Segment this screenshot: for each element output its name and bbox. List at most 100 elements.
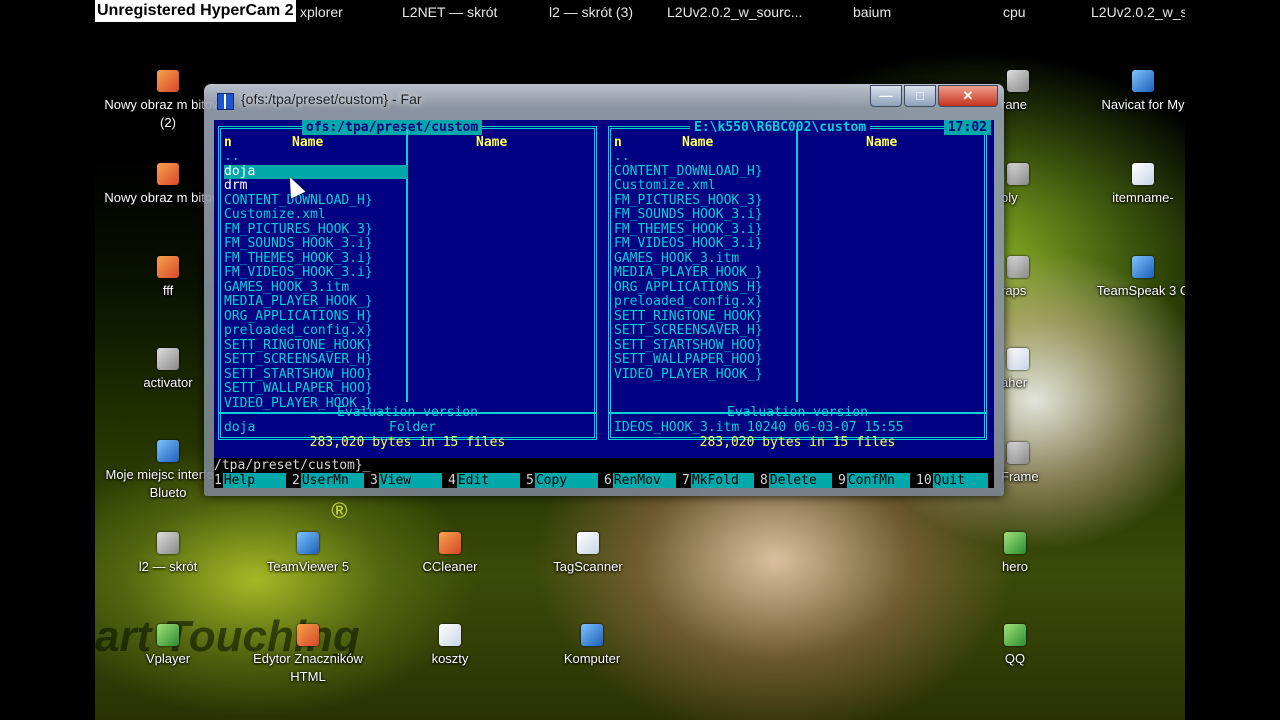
tagscanner-icon	[577, 532, 599, 554]
fkey-number: 8	[760, 473, 768, 488]
far-console[interactable]: ofs:/tpa/preset/custom n Name Name .. doj…	[214, 120, 994, 488]
fkey-quit[interactable]: 10 Quit	[916, 473, 994, 488]
file-item[interactable]: ..	[224, 150, 408, 165]
fkey-edit[interactable]: 4 Edit	[448, 473, 526, 488]
bitmap-icon	[157, 70, 179, 92]
desktop-icon-teamspeak[interactable]: TeamSpeak 3 C	[1088, 256, 1185, 300]
fkey-number: 2	[292, 473, 300, 488]
close-button[interactable]: ✕	[938, 85, 998, 107]
fkey-renmov[interactable]: 6 RenMov	[604, 473, 682, 488]
app-icon	[157, 348, 179, 370]
info-file-name: doja	[224, 420, 256, 435]
desktop-icon-html-editor[interactable]: Edytor Znaczników HTML	[243, 624, 373, 686]
file-item-selected[interactable]: doja	[224, 164, 408, 179]
file-item[interactable]: SETT_SCREENSAVER_H}	[614, 324, 798, 339]
column-header-n: n	[614, 135, 622, 150]
file-item[interactable]: VIDEO_PLAYER_HOOK_}	[614, 368, 798, 383]
file-item[interactable]: FM_SOUNDS_HOOK_3.i}	[224, 237, 408, 252]
top-shortcut-baium[interactable]: baium	[853, 2, 891, 22]
desktop-icon-itemname[interactable]: itemname-	[1088, 163, 1185, 207]
file-item[interactable]: SETT_SCREENSAVER_H}	[224, 353, 408, 368]
file-item[interactable]: FM_VIDEOS_HOOK_3.i}	[224, 266, 408, 281]
desktop-icon-l2-shortcut[interactable]: l2 — skrót	[103, 532, 233, 576]
desktop-icon-hero[interactable]: hero	[950, 532, 1080, 576]
file-item[interactable]: drm	[224, 179, 408, 194]
desktop-icon-tagscanner[interactable]: TagScanner	[523, 532, 653, 576]
file-item[interactable]: FM_VIDEOS_HOOK_3.i}	[614, 237, 798, 252]
window-title: {ofs:/tpa/preset/custom} - Far	[241, 91, 422, 107]
fkey-copy[interactable]: 5 Copy	[526, 473, 604, 488]
file-item[interactable]: ..	[614, 150, 798, 165]
left-file-panel[interactable]: ofs:/tpa/preset/custom n Name Name .. doj…	[214, 120, 601, 460]
desktop-icon-navicat[interactable]: Navicat for My	[1088, 70, 1185, 114]
fkey-label: Delete	[768, 473, 832, 488]
minimize-button[interactable]: —	[870, 85, 902, 107]
file-item[interactable]: FM_PICTURES_HOOK_3}	[614, 194, 798, 209]
file-item[interactable]: SETT_RINGTONE_HOOK}	[224, 339, 408, 354]
desktop-icon-ccleaner[interactable]: CCleaner	[385, 532, 515, 576]
app-icon	[1007, 256, 1029, 278]
function-key-bar: 1 Help 2 UserMn 3 View 4 Edit 5 Copy 6 RenMov 7 MkFol…	[214, 473, 994, 488]
far-manager-window[interactable]: {ofs:/tpa/preset/custom} - Far — □ ✕ ofs…	[204, 84, 1004, 496]
file-item[interactable]: FM_THEMES_HOOK_3.i}	[224, 252, 408, 267]
fkey-view[interactable]: 3 View	[370, 473, 448, 488]
qq-icon	[1004, 624, 1026, 646]
file-item[interactable]: preloaded_config.x}	[614, 295, 798, 310]
image-icon	[1004, 532, 1026, 554]
file-item[interactable]: CONTENT_DOWNLOAD_H}	[614, 165, 798, 180]
fkey-mkfold[interactable]: 7 MkFold	[682, 473, 760, 488]
file-item[interactable]: Customize.xml	[224, 208, 408, 223]
file-item[interactable]: FM_SOUNDS_HOOK_3.i}	[614, 208, 798, 223]
file-list: .. doja drm CONTENT_DOWNLOAD_H} Customize.xm…	[224, 150, 408, 411]
desktop-icon-komputer[interactable]: Komputer	[527, 624, 657, 668]
fkey-help[interactable]: 1 Help	[214, 473, 292, 488]
evaluation-notice: Evaluation version	[727, 405, 868, 420]
panel-path[interactable]: ofs:/tpa/preset/custom	[302, 120, 483, 135]
file-item[interactable]: SETT_STARTSHOW_HOO}	[614, 339, 798, 354]
desktop-icon-qq[interactable]: QQ	[950, 624, 1080, 668]
top-shortcut-l2uv-source[interactable]: L2Uv2.0.2_w_sourc...	[667, 2, 802, 22]
file-item[interactable]: SETT_WALLPAPER_HOO}	[614, 353, 798, 368]
fkey-confmn[interactable]: 9 ConfMn	[838, 473, 916, 488]
file-item[interactable]: GAMES_HOOK_3.itm	[614, 252, 798, 267]
panel-path[interactable]: E:\k550\R6BC002\custom	[690, 120, 871, 135]
far-app-icon	[217, 93, 234, 110]
file-item[interactable]: GAMES_HOOK_3.itm	[224, 281, 408, 296]
top-shortcut-l2-3[interactable]: l2 — skrót (3)	[549, 2, 633, 22]
file-item[interactable]: Customize.xml	[614, 179, 798, 194]
desktop-icon-koszty[interactable]: koszty	[385, 624, 515, 668]
fkey-number: 3	[370, 473, 378, 488]
top-shortcut-cpu[interactable]: cpu	[1003, 2, 1026, 22]
file-item[interactable]: MEDIA_PLAYER_HOOK_}	[224, 295, 408, 310]
fkey-usermn[interactable]: 2 UserMn	[292, 473, 370, 488]
top-shortcut-l2uv-2[interactable]: L2Uv2.0.2_w_sc	[1091, 2, 1185, 22]
file-item[interactable]: SETT_STARTSHOW_HOO}	[224, 368, 408, 383]
html-editor-icon	[297, 624, 319, 646]
desktop-icon-vplayer[interactable]: Vplayer	[103, 624, 233, 668]
hypercam-watermark: Unregistered HyperCam 2	[95, 0, 296, 22]
file-item[interactable]: CONTENT_DOWNLOAD_H}	[224, 194, 408, 209]
window-titlebar[interactable]: {ofs:/tpa/preset/custom} - Far — □ ✕	[204, 84, 1004, 114]
file-item[interactable]: ORG_APPLICATIONS_H}	[614, 281, 798, 296]
top-shortcut-explorer[interactable]: xplorer	[300, 2, 343, 22]
file-item[interactable]: preloaded_config.x}	[224, 324, 408, 339]
right-file-panel[interactable]: E:\k550\R6BC002\custom 17:02 n Name Name…	[604, 120, 991, 460]
desktop-icon-teamviewer[interactable]: TeamViewer 5	[243, 532, 373, 576]
file-item[interactable]: SETT_WALLPAPER_HOO}	[224, 382, 408, 397]
file-item[interactable]: FM_PICTURES_HOOK_3}	[224, 223, 408, 238]
maximize-button[interactable]: □	[904, 85, 936, 107]
column-header-name: Name	[682, 135, 714, 150]
file-item[interactable]: MEDIA_PLAYER_HOOK_}	[614, 266, 798, 281]
file-item[interactable]: SETT_RINGTONE_HOOK}	[614, 310, 798, 325]
fkey-delete[interactable]: 8 Delete	[760, 473, 838, 488]
evaluation-notice: Evaluation version	[337, 405, 478, 420]
file-item[interactable]: ORG_APPLICATIONS_H}	[224, 310, 408, 325]
top-shortcut-l2net[interactable]: L2NET — skrót	[402, 2, 497, 22]
fkey-number: 7	[682, 473, 690, 488]
fkey-label: Help	[222, 473, 286, 488]
command-line[interactable]: /tpa/preset/custom}_	[214, 458, 994, 473]
fkey-number: 6	[604, 473, 612, 488]
file-item[interactable]: FM_THEMES_HOOK_3.i}	[614, 223, 798, 238]
teamspeak-icon	[1132, 256, 1154, 278]
teamviewer-icon	[297, 532, 319, 554]
